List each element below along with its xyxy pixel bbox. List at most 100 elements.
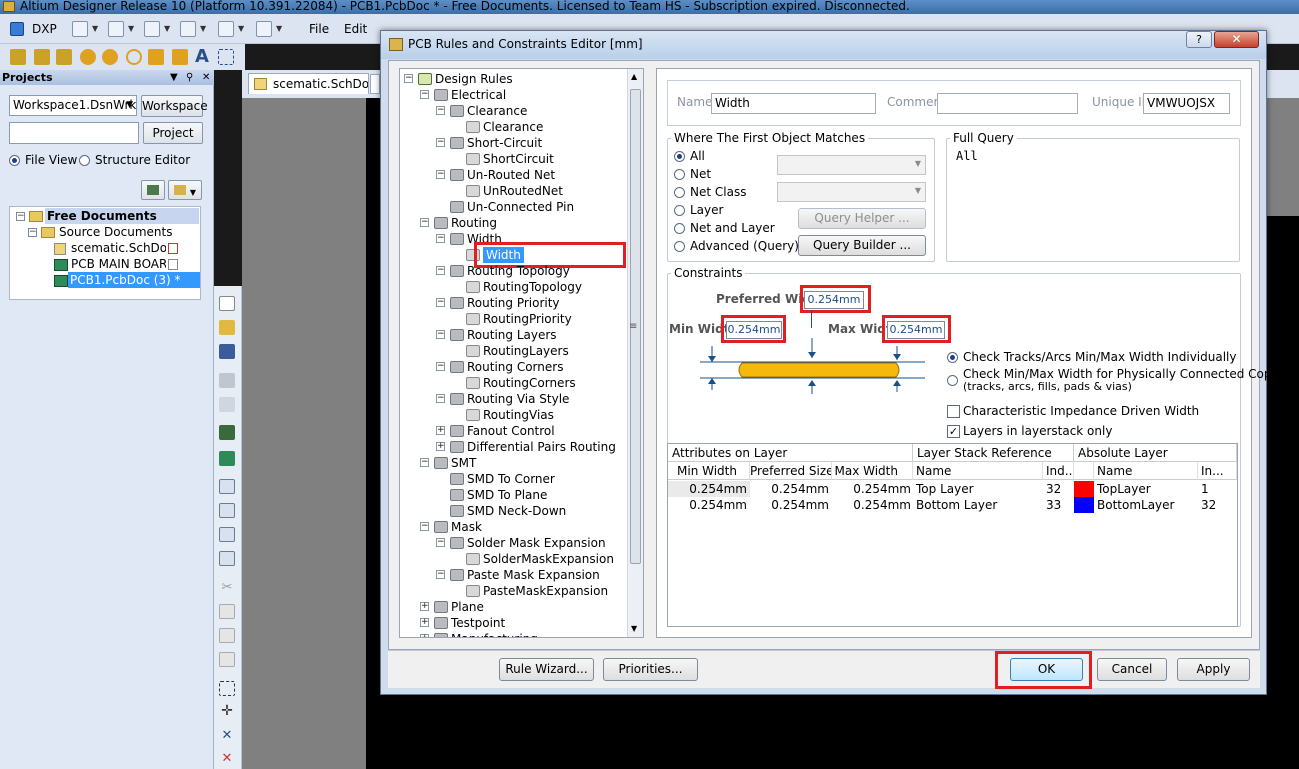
print-preview-icon[interactable]: [219, 397, 235, 412]
place-arc-icon[interactable]: [126, 49, 142, 65]
layers-only-checkbox[interactable]: ✓: [947, 425, 960, 438]
expand-icon[interactable]: +: [420, 634, 429, 637]
interactive-route-icon[interactable]: [56, 49, 72, 65]
tree-node-rule-un-routed-net[interactable]: − Un-Routed Net: [400, 167, 628, 183]
wire-icon[interactable]: [72, 21, 88, 37]
expand-icon[interactable]: +: [436, 442, 445, 451]
tree-node-rule-instance-routingpriority[interactable]: RoutingPriority: [400, 311, 628, 327]
check-connected-radio[interactable]: [947, 375, 958, 386]
tree-node-rule-instance-shortcircuit[interactable]: ShortCircuit: [400, 151, 628, 167]
tree-node-category-electrical[interactable]: − Electrical: [400, 87, 628, 103]
select-area-icon[interactable]: [219, 681, 235, 696]
menu-edit[interactable]: Edit: [344, 20, 367, 38]
query-helper-button[interactable]: Query Helper ...: [798, 208, 926, 229]
rules-tree-scrollbar[interactable]: ▲ ▼: [627, 69, 643, 637]
collapse-icon[interactable]: −: [404, 74, 413, 83]
unique-id-field[interactable]: VMWUOJSX: [1143, 93, 1230, 114]
collapse-icon[interactable]: −: [436, 170, 445, 179]
tree-node-rule-instance-routingvias[interactable]: RoutingVias: [400, 407, 628, 423]
tree-node-rule-fanout-control[interactable]: + Fanout Control: [400, 423, 628, 439]
file-view-radio[interactable]: [9, 155, 20, 166]
place-string-icon[interactable]: A: [195, 46, 209, 67]
grid-icon[interactable]: [256, 21, 272, 37]
tree-node-rule-smd-neck-down[interactable]: SMD Neck-Down: [400, 503, 628, 519]
collapse-icon[interactable]: −: [436, 570, 445, 579]
tree-node-category-smt[interactable]: − SMT: [400, 455, 628, 471]
workspace-button[interactable]: Workspace: [141, 95, 208, 117]
select-icon[interactable]: [144, 21, 160, 37]
tab-scematic[interactable]: scematic.SchDoc: [248, 73, 369, 94]
check-individually-radio[interactable]: [947, 352, 958, 363]
panel-menu-icon[interactable]: ▼: [170, 70, 178, 85]
tree-node-rule-instance-routinglayers[interactable]: RoutingLayers: [400, 343, 628, 359]
query-builder-button[interactable]: Query Builder ...: [798, 235, 926, 256]
impedance-checkbox[interactable]: [947, 405, 960, 418]
tree-node-rule-routing-corners[interactable]: − Routing Corners: [400, 359, 628, 375]
tree-node-rule-instance-clearance[interactable]: Clearance: [400, 119, 628, 135]
collapse-icon[interactable]: −: [436, 394, 445, 403]
clear-filter-icon[interactable]: ✕: [219, 751, 235, 766]
collapse-icon[interactable]: −: [420, 458, 429, 467]
project-button[interactable]: Project: [143, 122, 203, 144]
compile-dropdown-button[interactable]: ▼: [168, 180, 202, 200]
match-net-class-radio[interactable]: [674, 187, 685, 198]
match-net-and-layer-radio[interactable]: [674, 223, 685, 234]
layers-icon[interactable]: [219, 425, 235, 440]
chevron-down-icon[interactable]: ▼: [128, 25, 135, 33]
project-options-button[interactable]: [141, 180, 165, 200]
col-abs-index[interactable]: In...: [1198, 462, 1237, 480]
col-min-width[interactable]: Min Width: [668, 462, 750, 480]
menu-file[interactable]: File: [309, 20, 329, 38]
table-row[interactable]: 0.254mm 0.254mm 0.254mm Top Layer 32 Top…: [668, 481, 1237, 497]
zoom-icon[interactable]: [219, 479, 235, 494]
layer-color-swatch[interactable]: [1074, 497, 1094, 513]
pin-icon[interactable]: ⚲: [186, 70, 193, 85]
place-track-icon[interactable]: [10, 49, 26, 65]
close-button[interactable]: ✕: [1214, 31, 1259, 48]
place-diff-pair-icon[interactable]: [34, 49, 50, 65]
tree-node-rule-smd-to-plane[interactable]: SMD To Plane: [400, 487, 628, 503]
tree-node-rule-solder-mask-expansion[interactable]: − Solder Mask Expansion: [400, 535, 628, 551]
chevron-down-icon[interactable]: ▼: [276, 25, 283, 33]
tree-node-category-manufacturing[interactable]: + Manufacturing: [400, 631, 628, 637]
net-class-select[interactable]: ▼: [777, 182, 926, 202]
tree-node-rule-routing-topology[interactable]: − Routing Topology: [400, 263, 628, 279]
expand-icon[interactable]: +: [420, 602, 429, 611]
copy-icon[interactable]: [219, 604, 235, 619]
tree-node-rule-instance-unroutednet[interactable]: UnRoutedNet: [400, 183, 628, 199]
tree-node-rule-routing-layers[interactable]: − Routing Layers: [400, 327, 628, 343]
col-abs-name[interactable]: Name: [1094, 462, 1198, 480]
full-query-text[interactable]: All: [956, 149, 978, 163]
tree-node-design-rules[interactable]: − Design Rules: [400, 71, 628, 87]
move-icon[interactable]: ✛: [219, 704, 235, 719]
col-layer-name[interactable]: Name: [913, 462, 1043, 480]
collapse-icon[interactable]: −: [436, 138, 445, 147]
save-icon[interactable]: [219, 344, 235, 359]
net-select[interactable]: ▼: [777, 155, 926, 175]
place-polygon-icon[interactable]: [172, 49, 188, 65]
rubber-stamp-icon[interactable]: [219, 652, 235, 667]
col-preferred-size[interactable]: Preferred Size: [750, 462, 832, 480]
collapse-icon[interactable]: −: [436, 266, 445, 275]
project-input[interactable]: [9, 122, 139, 144]
zoom-selected-icon[interactable]: [219, 527, 235, 542]
chevron-down-icon[interactable]: ▼: [200, 25, 207, 33]
match-all-radio[interactable]: [674, 151, 685, 162]
expand-icon[interactable]: +: [420, 618, 429, 627]
table-row[interactable]: 0.254mm 0.254mm 0.254mm Bottom Layer 33 …: [668, 497, 1237, 513]
tree-node-category-routing[interactable]: − Routing: [400, 215, 628, 231]
collapse-icon[interactable]: −: [436, 234, 445, 243]
chevron-down-icon[interactable]: ▼: [238, 25, 245, 33]
collapse-icon[interactable]: −: [420, 218, 429, 227]
collapse-icon[interactable]: −: [16, 212, 25, 221]
tree-item-schematic[interactable]: scematic.SchDoc (1: [71, 240, 166, 256]
tree-node-category-plane[interactable]: + Plane: [400, 599, 628, 615]
place-component-icon[interactable]: [218, 49, 234, 65]
collapse-icon[interactable]: −: [436, 330, 445, 339]
priorities-button[interactable]: Priorities...: [603, 658, 698, 681]
splitter-grip[interactable]: ≡: [629, 321, 637, 332]
structure-editor-radio[interactable]: [79, 155, 90, 166]
tree-item-source-documents[interactable]: Source Documents: [59, 224, 172, 240]
place-fill-icon[interactable]: [148, 49, 164, 65]
tree-node-rule-differential-pairs-routing[interactable]: + Differential Pairs Routing: [400, 439, 628, 455]
